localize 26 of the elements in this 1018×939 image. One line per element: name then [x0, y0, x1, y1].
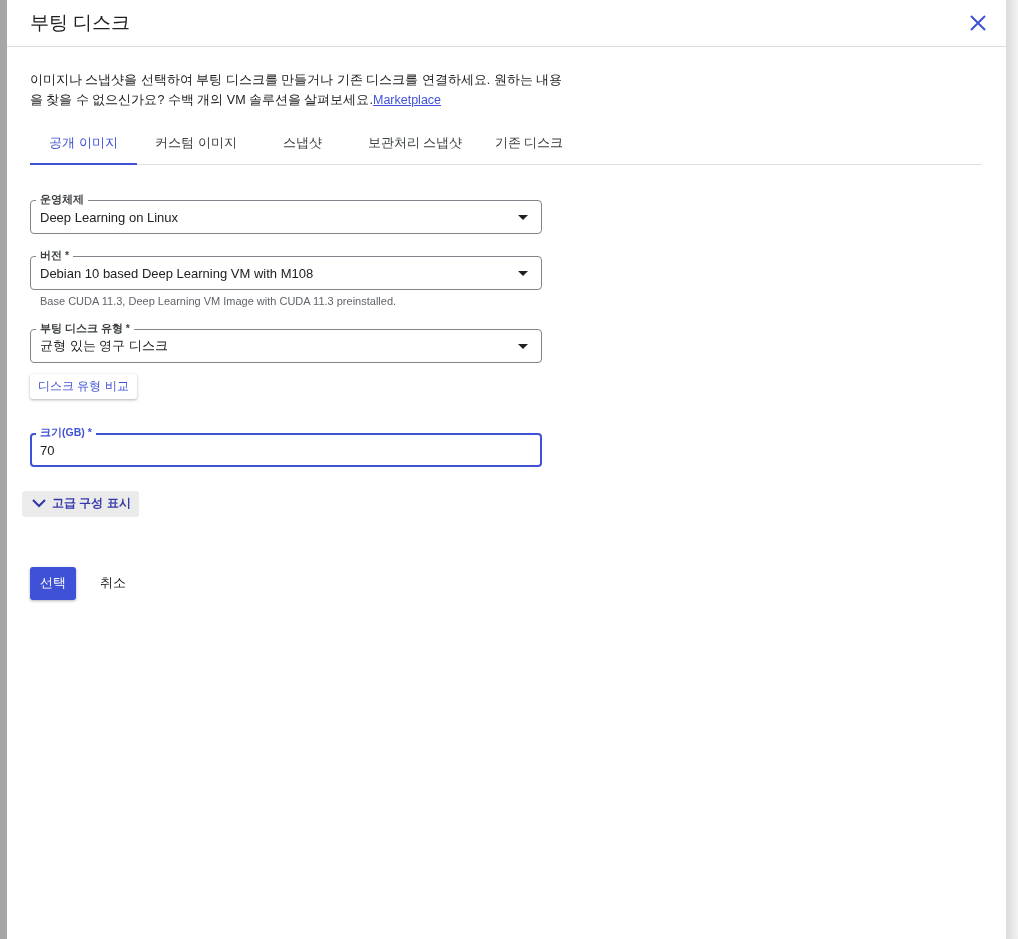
dialog-title: 부팅 디스크: [30, 11, 131, 35]
advanced-toggle[interactable]: 고급 구성 표시: [22, 491, 139, 517]
intro-text: 이미지나 스냅샷을 선택하여 부팅 디스크를 만들거나 기존 디스크를 연결하세요. 원하는 내용을 찾을 수 없으신가요? 수백 개의 VM 솔루션을 살펴보세요.Marketplace: [30, 72, 564, 109]
cancel-button[interactable]: 취소: [98, 567, 128, 600]
select-button[interactable]: 선택: [30, 567, 76, 600]
tab[interactable]: 공개 이미지: [30, 125, 137, 165]
dropdown-field[interactable]: 운영체제 Deep Learning on Linux: [30, 193, 542, 234]
field-label: 크기(GB) *: [36, 426, 96, 439]
tab[interactable]: 기존 디스크: [481, 125, 577, 164]
caret-icon: [518, 343, 528, 349]
field-label: 버전 *: [36, 249, 73, 262]
field-label: 운영체제: [36, 193, 88, 206]
dropdown-field[interactable]: 부팅 디스크 유형 * 균형 있는 영구 디스크: [30, 322, 542, 363]
chevron-icon: [32, 499, 46, 508]
dropdown-field[interactable]: 버전 * Debian 10 based Deep Learning VM with M108: [30, 249, 542, 290]
tab[interactable]: 보관처리 스냅샷: [349, 125, 481, 164]
field-label: 부팅 디스크 유형 *: [36, 322, 134, 335]
caret-icon: [518, 270, 528, 276]
marketplace-link[interactable]: Marketplace: [372, 93, 442, 107]
input-field[interactable]: 크기(GB) * 70: [30, 426, 542, 467]
tab[interactable]: 커스텀 이미지: [137, 125, 255, 164]
helper-text: Base CUDA 11.3, Deep Learning VM Image with CUDA 11.3 preinstalled.: [40, 295, 398, 307]
caret-icon: [518, 214, 528, 220]
close-icon[interactable]: [970, 15, 986, 31]
tab[interactable]: 스냅샷: [255, 125, 349, 164]
compare-button[interactable]: 디스크 유형 비교: [30, 374, 137, 399]
